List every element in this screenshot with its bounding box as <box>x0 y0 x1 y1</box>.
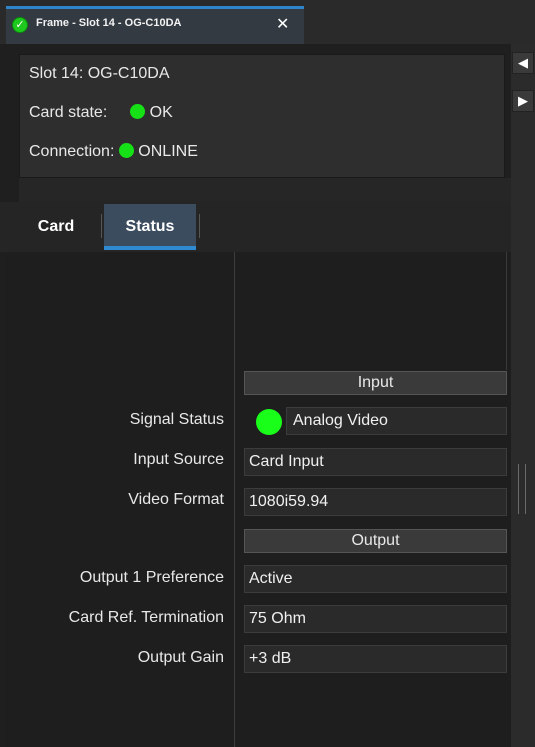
tab-status[interactable]: Status <box>104 204 196 250</box>
active-tab-indicator <box>104 246 196 250</box>
input-section-header: Input <box>244 371 507 395</box>
scroll-left-icon[interactable]: ◀ <box>512 52 534 74</box>
empty-value-area <box>235 252 507 370</box>
splitter-grip-handle[interactable] <box>518 464 526 514</box>
output1-preference-field: Active <box>244 565 507 593</box>
check-circle-icon: ✓ <box>12 17 28 33</box>
signal-status-field: Analog Video <box>286 407 507 435</box>
card-state-label: Card state: <box>29 104 108 121</box>
tab-card[interactable]: Card <box>14 204 98 250</box>
signal-status-led-icon <box>256 409 282 435</box>
header-divider-strip <box>19 178 511 202</box>
connection-label: Connection: <box>29 143 115 160</box>
connection-row: Connection: ONLINE <box>29 143 198 161</box>
tab-status-label: Status <box>125 218 175 235</box>
tab-separator <box>101 214 102 238</box>
signal-status-label: Signal Status <box>129 411 224 428</box>
input-source-field: Card Input <box>244 448 507 476</box>
document-tab-frame-slot-14[interactable]: ✓ Frame - Slot 14 - OG-C10DA ✕ <box>6 6 304 44</box>
video-format-field: 1080i59.94 <box>244 488 507 516</box>
scroll-right-icon[interactable]: ▶ <box>512 90 534 112</box>
connection-value: ONLINE <box>138 143 198 160</box>
connection-led-icon <box>118 143 134 158</box>
right-side-panel <box>511 44 535 747</box>
output-section-header: Output <box>244 529 507 553</box>
card-info-panel: Slot 14: OG-C10DA Card state: OK Connect… <box>19 54 505 178</box>
tab-separator <box>199 214 200 238</box>
close-icon[interactable]: ✕ <box>276 14 289 34</box>
card-state-led-icon <box>130 104 146 119</box>
card-state-row: Card state: OK <box>29 104 173 122</box>
card-ref-termination-field: 75 Ohm <box>244 605 507 633</box>
output1-preference-label: Output 1 Preference <box>79 569 224 586</box>
input-source-label: Input Source <box>133 451 224 468</box>
card-ref-termination-label: Card Ref. Termination <box>68 609 224 626</box>
output-gain-field: +3 dB <box>244 645 507 673</box>
document-tab-title: Frame - Slot 14 - OG-C10DA <box>36 17 182 29</box>
video-format-label: Video Format <box>128 491 224 508</box>
card-state-value: OK <box>149 104 173 121</box>
slot-title: Slot 14: OG-C10DA <box>29 65 170 82</box>
output-gain-label: Output Gain <box>137 649 224 666</box>
